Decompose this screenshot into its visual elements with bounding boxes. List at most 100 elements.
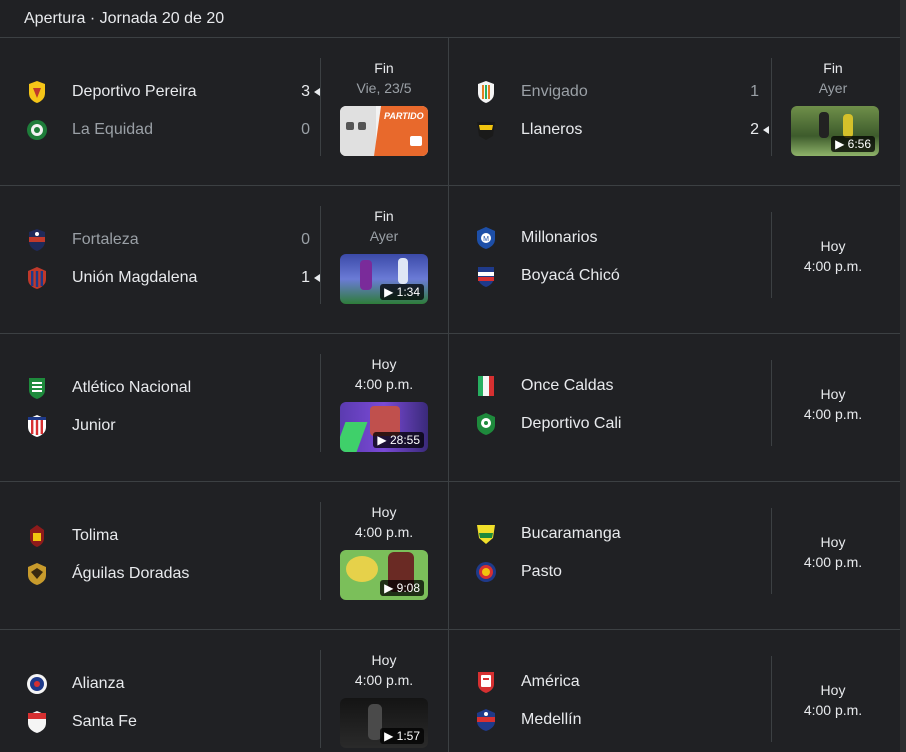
fortaleza-crest-icon xyxy=(24,227,50,253)
team-name: La Equidad xyxy=(72,121,153,138)
match-status: Fin Ayer xyxy=(322,206,446,246)
pasto-crest-icon xyxy=(473,559,499,585)
team-name: Unión Magdalena xyxy=(72,269,198,286)
status-date: Ayer xyxy=(369,228,399,244)
millonarios-crest-icon: M xyxy=(473,225,499,251)
santa-fe-crest-icon xyxy=(24,709,50,735)
team-name: Alianza xyxy=(72,675,125,692)
team-row-home: Tolima xyxy=(24,522,324,550)
status-time: 4:00 p.m. xyxy=(803,258,863,274)
envigado-crest-icon xyxy=(473,79,499,105)
status-label: Hoy xyxy=(820,682,846,698)
scrollbar-track[interactable] xyxy=(900,0,906,752)
team-row-away: Santa Fe xyxy=(24,708,324,736)
status-label: Hoy xyxy=(371,652,397,668)
match-status: Fin Ayer xyxy=(771,58,895,98)
team-name: Deportivo Pereira xyxy=(72,83,197,100)
status-time: 4:00 p.m. xyxy=(803,554,863,570)
svg-text:M: M xyxy=(483,236,489,243)
team-score: 1 xyxy=(301,269,310,286)
status-time: 4:00 p.m. xyxy=(803,702,863,718)
matches-row: Fortaleza 0 Unión Magdalena 1 Fin Ayer ▶… xyxy=(0,186,900,334)
highlight-video-thumbnail[interactable]: ▶ 1:34 xyxy=(340,254,428,304)
highlight-video-thumbnail[interactable]: ▶ 9:08 xyxy=(340,550,428,600)
match-status: Hoy 4:00 p.m. xyxy=(771,236,895,276)
team-name: Atlético Nacional xyxy=(72,379,192,396)
match-status: Hoy 4:00 p.m. xyxy=(771,680,895,720)
status-time: 4:00 p.m. xyxy=(354,376,414,392)
status-separator xyxy=(320,58,321,156)
team-name: Medellín xyxy=(521,711,582,728)
team-name: Tolima xyxy=(72,527,119,544)
match-status: Hoy 4:00 p.m. xyxy=(771,532,895,572)
status-separator xyxy=(320,502,321,600)
video-duration: ▶ 28:55 xyxy=(373,432,424,448)
atletico-nacional-crest-icon xyxy=(24,375,50,401)
junior-crest-icon xyxy=(24,413,50,439)
match-card[interactable]: M Millonarios Boyacá Chicó Hoy 4:00 p.m. xyxy=(449,186,900,334)
match-card[interactable]: Tolima Águilas Doradas Hoy 4:00 p.m. ▶ 9… xyxy=(0,482,448,630)
deportivo-cali-crest-icon xyxy=(473,411,499,437)
team-row-home: Once Caldas xyxy=(473,372,773,400)
medellin-crest-icon xyxy=(473,707,499,733)
team-score: 3 xyxy=(301,83,310,100)
team-name: Fortaleza xyxy=(72,231,139,248)
team-score: 2 xyxy=(750,121,759,138)
highlight-video-thumbnail[interactable]: ▶ 6:56 xyxy=(791,106,879,156)
team-row-away: Unión Magdalena 1 xyxy=(24,264,324,292)
status-label: Hoy xyxy=(820,386,846,402)
match-status: Hoy 4:00 p.m. xyxy=(322,650,446,690)
team-row-away: Boyacá Chicó xyxy=(473,262,773,290)
match-card[interactable]: Bucaramanga Pasto Hoy 4:00 p.m. xyxy=(449,482,900,630)
matchday-title: Apertura · Jornada 20 de 20 xyxy=(24,9,225,27)
team-name: Once Caldas xyxy=(521,377,614,394)
union-magdalena-crest-icon xyxy=(24,265,50,291)
status-separator xyxy=(320,650,321,748)
match-card[interactable]: Atlético Nacional Junior Hoy 4:00 p.m. ▶… xyxy=(0,334,448,482)
tolima-crest-icon xyxy=(24,523,50,549)
highlight-video-thumbnail[interactable]: PARTIDO xyxy=(340,106,428,156)
team-name: Junior xyxy=(72,417,116,434)
match-status: Hoy 4:00 p.m. xyxy=(771,384,895,424)
team-name: Llaneros xyxy=(521,121,583,138)
video-duration: ▶ 9:08 xyxy=(380,580,424,596)
team-row-home: Atlético Nacional xyxy=(24,374,324,402)
team-row-away: Águilas Doradas xyxy=(24,560,324,588)
team-name: Santa Fe xyxy=(72,713,137,730)
match-card[interactable]: América Medellín Hoy 4:00 p.m. xyxy=(449,630,900,752)
la-equidad-crest-icon xyxy=(24,117,50,143)
match-status: Fin Vie, 23/5 xyxy=(322,58,446,98)
deportivo-pereira-crest-icon xyxy=(24,79,50,105)
team-row-home: M Millonarios xyxy=(473,224,773,252)
team-row-away: Medellín xyxy=(473,706,773,734)
team-row-home: Deportivo Pereira 3 xyxy=(24,78,324,106)
status-label: Fin xyxy=(823,60,843,76)
match-card[interactable]: Fortaleza 0 Unión Magdalena 1 Fin Ayer ▶… xyxy=(0,186,448,334)
team-name: Boyacá Chicó xyxy=(521,267,620,284)
aguilas-doradas-crest-icon xyxy=(24,561,50,587)
match-card[interactable]: Envigado 1 Llaneros 2 Fin Ayer ▶ 6:56 xyxy=(449,38,900,186)
status-label: Hoy xyxy=(371,356,397,372)
matches-grid: Deportivo Pereira 3 La Equidad 0 Fin Vie… xyxy=(0,38,900,752)
highlight-video-thumbnail[interactable]: ▶ 28:55 xyxy=(340,402,428,452)
match-card[interactable]: Alianza Santa Fe Hoy 4:00 p.m. ▶ 1:57 xyxy=(0,630,448,752)
video-duration: ▶ 6:56 xyxy=(831,136,875,152)
match-card[interactable]: Once Caldas Deportivo Cali Hoy 4:00 p.m. xyxy=(449,334,900,482)
team-row-away: Junior xyxy=(24,412,324,440)
llaneros-crest-icon xyxy=(473,117,499,143)
team-row-home: Alianza xyxy=(24,670,324,698)
team-name: Bucaramanga xyxy=(521,525,621,542)
matches-row: Deportivo Pereira 3 La Equidad 0 Fin Vie… xyxy=(0,38,900,186)
match-card[interactable]: Deportivo Pereira 3 La Equidad 0 Fin Vie… xyxy=(0,38,448,186)
team-name: Envigado xyxy=(521,83,588,100)
matchday-header: Apertura · Jornada 20 de 20 xyxy=(0,0,900,38)
status-time: 4:00 p.m. xyxy=(354,524,414,540)
alianza-crest-icon xyxy=(24,671,50,697)
status-label: Hoy xyxy=(371,504,397,520)
team-row-home: Bucaramanga xyxy=(473,520,773,548)
match-status: Hoy 4:00 p.m. xyxy=(322,354,446,394)
status-separator xyxy=(320,354,321,452)
highlight-video-thumbnail[interactable]: ▶ 1:57 xyxy=(340,698,428,748)
status-label: Fin xyxy=(374,208,394,224)
matches-row: Alianza Santa Fe Hoy 4:00 p.m. ▶ 1:57 Am… xyxy=(0,630,900,752)
